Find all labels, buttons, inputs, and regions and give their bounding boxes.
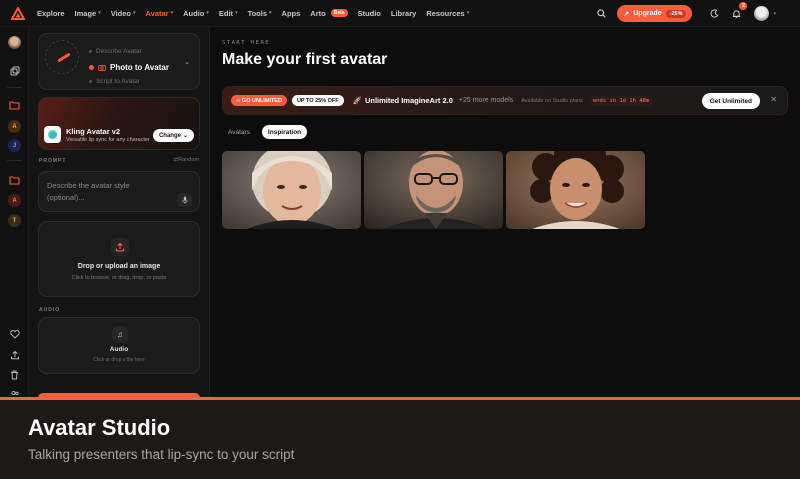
model-description: Versatile lip sync for any character xyxy=(66,137,150,143)
nav-tools[interactable]: Tools ▾ xyxy=(248,9,272,18)
copy-icon[interactable] xyxy=(7,63,22,78)
audio-title: Audio xyxy=(109,346,129,353)
countdown-timer: ends in 1d 1h 48m xyxy=(588,95,654,106)
mode-photo-to-avatar[interactable]: Photo to Avatar xyxy=(89,63,169,72)
nav-avatar[interactable]: Avatar ▾ xyxy=(146,9,174,18)
chevron-down-icon[interactable]: ▾ xyxy=(773,11,776,17)
get-unlimited-button[interactable]: Get Unlimited xyxy=(701,93,760,109)
workspace-avatar[interactable] xyxy=(7,35,22,50)
prompt-placeholder: Describe the avatar style (optional)... xyxy=(47,181,130,202)
search-icon[interactable] xyxy=(593,6,609,22)
control-panel: Describe Avatar Photo to Avatar Script t… xyxy=(29,27,210,399)
avatar[interactable] xyxy=(754,6,770,21)
trend-up-icon: ↗ xyxy=(623,10,630,18)
chevron-down-icon: ▾ xyxy=(206,10,209,16)
heart-icon[interactable] xyxy=(7,327,22,342)
nav-image[interactable]: Image ▾ xyxy=(75,9,101,18)
camera-icon xyxy=(98,65,106,71)
tab-avatars[interactable]: Avatars xyxy=(222,125,256,139)
nav-library[interactable]: Library xyxy=(391,9,416,18)
change-model-button[interactable]: Change ⌄ xyxy=(152,129,194,142)
project-t[interactable]: T xyxy=(7,213,22,228)
trash-icon[interactable] xyxy=(7,367,22,382)
upload-title: Drop or upload an image xyxy=(77,263,161,270)
music-note-icon: ♫ xyxy=(112,326,128,342)
upload-icon xyxy=(111,238,129,256)
moon-icon[interactable] xyxy=(706,6,722,22)
gallery-photo-woman-curly[interactable] xyxy=(506,151,645,229)
chevron-down-icon: ▾ xyxy=(133,10,136,16)
promo-title: 🚀 Unlimited ImagineArt 2.0 xyxy=(352,96,453,105)
close-icon[interactable]: ✕ xyxy=(770,95,777,104)
dial-graphic xyxy=(45,40,79,74)
mode-describe-avatar[interactable]: Describe Avatar xyxy=(89,48,142,55)
upgrade-discount: -25% xyxy=(665,9,687,18)
nav-studio[interactable]: Studio xyxy=(358,9,381,18)
nav-arto[interactable]: Arto Beta xyxy=(310,9,348,18)
project-j[interactable]: J xyxy=(7,138,22,153)
chevron-down-icon: ⌄ xyxy=(182,133,188,139)
model-name: Kling Avatar v2 xyxy=(66,127,121,136)
audio-dropzone[interactable]: ♫ Audio Click or drop a file here xyxy=(38,317,200,374)
promo-banner: ∞ GO UNLIMITED UP TO 25% OFF 🚀 Unlimited I… xyxy=(222,86,788,115)
nav-apps[interactable]: Apps xyxy=(282,9,301,18)
chevron-down-icon: ▾ xyxy=(170,10,174,16)
folder-active-icon[interactable] xyxy=(7,97,22,112)
prompt-input[interactable]: Describe the avatar style (optional)... xyxy=(38,171,200,212)
audio-subtitle: Click or drop a file here xyxy=(93,357,145,363)
gallery-photo-woman-blonde[interactable] xyxy=(222,151,361,229)
project-a[interactable]: A xyxy=(7,119,22,134)
upgrade-label: Upgrade xyxy=(633,10,662,17)
upload-icon[interactable] xyxy=(7,347,22,362)
go-unlimited-badge: ∞ GO UNLIMITED xyxy=(231,95,287,106)
infinity-icon: ∞ xyxy=(236,97,240,104)
project-a-2[interactable]: A xyxy=(7,193,22,208)
rocket-icon: 🚀 xyxy=(352,96,362,105)
beta-badge: Beta xyxy=(330,9,348,17)
caption-bar: Avatar Studio Talking presenters that li… xyxy=(0,397,800,479)
nav-edit[interactable]: Edit ▾ xyxy=(219,9,238,18)
upgrade-button[interactable]: ↗ Upgrade -25% xyxy=(617,5,693,22)
random-prompt-button[interactable]: ⇄Random xyxy=(174,157,199,163)
discount-badge: UP TO 25% OFF xyxy=(291,95,344,106)
promo-note: Available on Studio plans xyxy=(521,97,583,104)
chevron-down-icon: ⌄ xyxy=(184,59,190,66)
nav-audio[interactable]: Audio ▾ xyxy=(183,9,209,18)
microphone-icon[interactable] xyxy=(177,193,192,207)
tab-inspiration[interactable]: Inspiration xyxy=(261,125,308,139)
page-title: Make your first avatar xyxy=(222,51,388,68)
bell-icon[interactable]: 2 xyxy=(728,1,748,22)
caption-subtitle: Talking presenters that lip-sync to your… xyxy=(28,447,295,462)
image-upload-dropzone[interactable]: Drop or upload an image Click to browse,… xyxy=(38,221,200,297)
prompt-label: PROMPT xyxy=(39,158,67,164)
main-content: START HERE Make your first avatar ∞ GO UN… xyxy=(210,27,800,397)
chevron-down-icon: ▾ xyxy=(269,10,272,16)
tab-bar: Avatars Inspiration xyxy=(222,125,308,139)
nav-resources[interactable]: Resources ▾ xyxy=(426,9,469,18)
mode-script-to-avatar[interactable]: Script to Avatar xyxy=(89,78,140,85)
chevron-down-icon: ▾ xyxy=(466,10,470,16)
upload-subtitle: Click to browse, or drag, drop, or paste xyxy=(71,275,167,281)
gallery-photo-man-glasses[interactable] xyxy=(364,151,503,229)
chevron-down-icon: ▾ xyxy=(98,10,101,16)
logo-icon[interactable] xyxy=(9,4,27,22)
chevron-down-icon: ▾ xyxy=(235,10,238,16)
mode-selector[interactable]: Describe Avatar Photo to Avatar Script t… xyxy=(38,33,200,90)
divider xyxy=(7,87,22,88)
model-card[interactable]: Kling Avatar v2 Versatile lip sync for a… xyxy=(38,97,200,150)
nav-explore[interactable]: Explore xyxy=(37,9,65,18)
kicker: START HERE xyxy=(222,40,271,46)
caption-title: Avatar Studio xyxy=(28,415,171,440)
divider xyxy=(7,160,22,161)
audio-label: AUDIO xyxy=(39,307,61,313)
model-logo-icon xyxy=(44,126,61,143)
inspiration-gallery xyxy=(222,151,645,229)
top-nav: Explore Image ▾ Video ▾ Avatar ▾ Audio ▾ Edi… xyxy=(0,0,800,27)
folder-icon[interactable] xyxy=(7,172,22,187)
notification-badge: 2 xyxy=(739,1,748,10)
nav-video[interactable]: Video ▾ xyxy=(111,9,136,18)
promo-more: +25 more models xyxy=(458,97,514,104)
